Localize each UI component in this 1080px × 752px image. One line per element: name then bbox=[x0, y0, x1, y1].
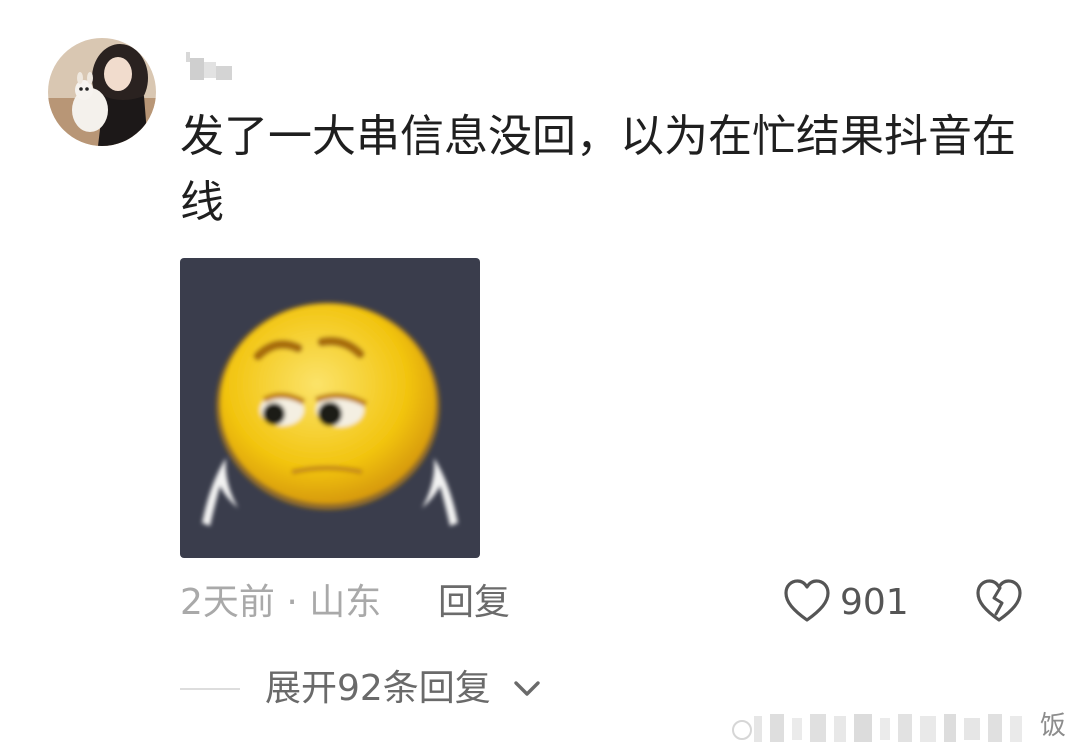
heart-outline-icon bbox=[784, 579, 830, 622]
watermark bbox=[730, 708, 1075, 748]
expand-divider bbox=[180, 688, 240, 690]
worried-face-emoji-sticker bbox=[180, 258, 480, 558]
time-location: 2天前 · 山东 bbox=[180, 582, 382, 623]
like-button[interactable] bbox=[783, 578, 831, 624]
avatar-image bbox=[48, 38, 156, 146]
chevron-down-icon[interactable] bbox=[512, 678, 542, 700]
watermark-text: 饭 bbox=[1040, 711, 1067, 741]
dislike-button[interactable] bbox=[975, 578, 1023, 624]
like-count: 901 bbox=[840, 582, 909, 623]
username-redacted[interactable] bbox=[186, 52, 236, 86]
reply-button[interactable]: 回复 bbox=[438, 578, 510, 628]
comment-text: 发了一大串信息没回，以为在忙结果抖音在线 bbox=[180, 111, 1016, 228]
avatar[interactable] bbox=[48, 38, 156, 146]
expand-replies-button[interactable]: 展开92条回复 bbox=[265, 664, 491, 714]
sticker-image[interactable] bbox=[180, 258, 480, 558]
broken-heart-icon bbox=[976, 579, 1022, 622]
